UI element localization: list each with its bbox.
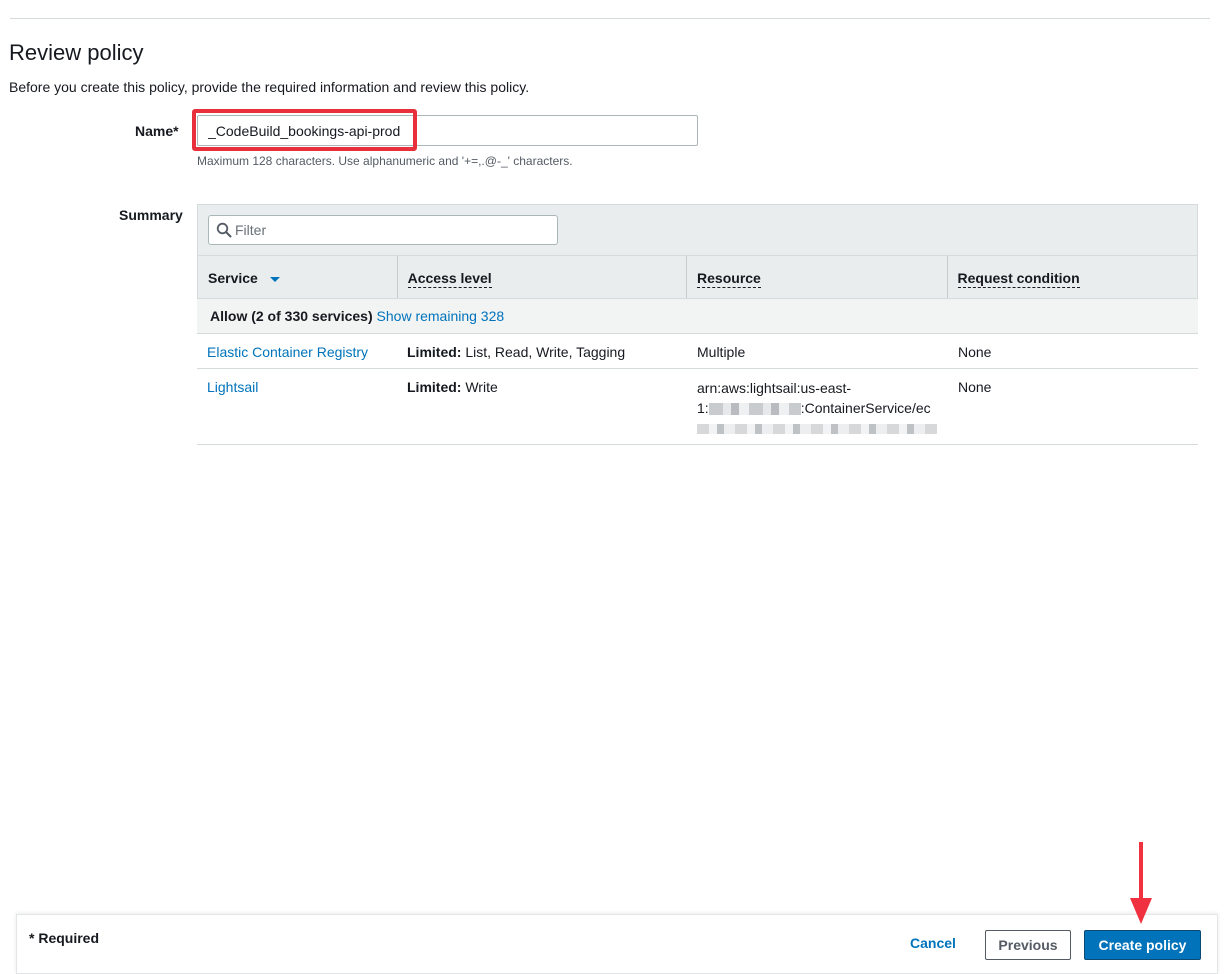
access-level-value: Write [465,379,498,395]
summary-label: Summary [119,207,183,223]
page-title: Review policy [9,40,144,65]
redacted-text [697,424,937,434]
show-remaining-link[interactable]: Show remaining 328 [377,308,505,324]
sort-descending-icon [269,276,280,282]
redacted-account-id [708,403,801,416]
column-label: Access level [407,270,492,288]
condition-value: None [958,344,992,360]
condition-cell: None [948,334,1198,368]
service-cell: Lightsail [197,369,397,444]
column-label: Request condition [957,270,1080,288]
search-icon [216,222,232,238]
resource-line-suffix: :ContainerService/ec [800,400,931,416]
condition-value: None [958,379,992,395]
cancel-button[interactable]: Cancel [910,935,956,951]
service-cell: Elastic Container Registry [197,334,397,368]
name-label: Name* [135,123,179,139]
top-divider [10,18,1210,19]
resource-cell: arn:aws:lightsail:us-east- 1: :ContainerS… [687,368,948,444]
allow-group-label: Allow (2 of 330 services) [210,308,373,324]
required-note: * Required [29,930,100,946]
page-description: Before you create this policy, provide t… [9,79,530,95]
service-link[interactable]: Lightsail [207,379,258,395]
summary-table: Service Access level Resource Request co… [197,204,1198,445]
footer-bar: * Required Cancel Previous Create policy [16,914,1218,974]
access-level-value: List, Read, Write, Tagging [465,344,626,360]
access-level-cell: Limited: List, Read, Write, Tagging [397,334,687,368]
resource-line: arn:aws:lightsail:us-east- [697,380,852,396]
access-level-prefix: Limited: [407,344,462,360]
column-header-resource[interactable]: Resource [687,256,948,298]
table-row: Lightsail Limited: Write arn:aws:lightsa… [197,369,1198,445]
resource-line-prefix: 1: [697,400,709,416]
column-header-access-level[interactable]: Access level [398,256,688,298]
name-hint: Maximum 128 characters. Use alphanumeric… [197,154,573,168]
filter-input[interactable] [235,216,555,244]
filter-box[interactable] [208,215,558,245]
resource-value: Multiple [697,344,746,360]
resource-line: 1: :ContainerService/ec [697,398,948,418]
column-header-request-condition[interactable]: Request condition [948,256,1198,298]
create-policy-button[interactable]: Create policy [1084,930,1201,960]
table-row: Elastic Container Registry Limited: List… [197,334,1198,369]
policy-name-input[interactable] [197,115,698,146]
access-level-cell: Limited: Write [397,369,687,444]
resource-cell: Multiple [687,334,948,368]
allow-group-row: Allow (2 of 330 services) Show remaining… [197,299,1198,334]
access-level-prefix: Limited: [407,379,462,395]
column-header-service[interactable]: Service [198,256,398,298]
service-link[interactable]: Elastic Container Registry [207,344,368,360]
condition-cell: None [948,369,1198,444]
column-label: Resource [697,270,761,288]
previous-button[interactable]: Previous [985,930,1071,960]
column-label: Service [208,270,258,286]
table-header: Service Access level Resource Request co… [197,255,1198,299]
filter-bar [197,204,1198,255]
